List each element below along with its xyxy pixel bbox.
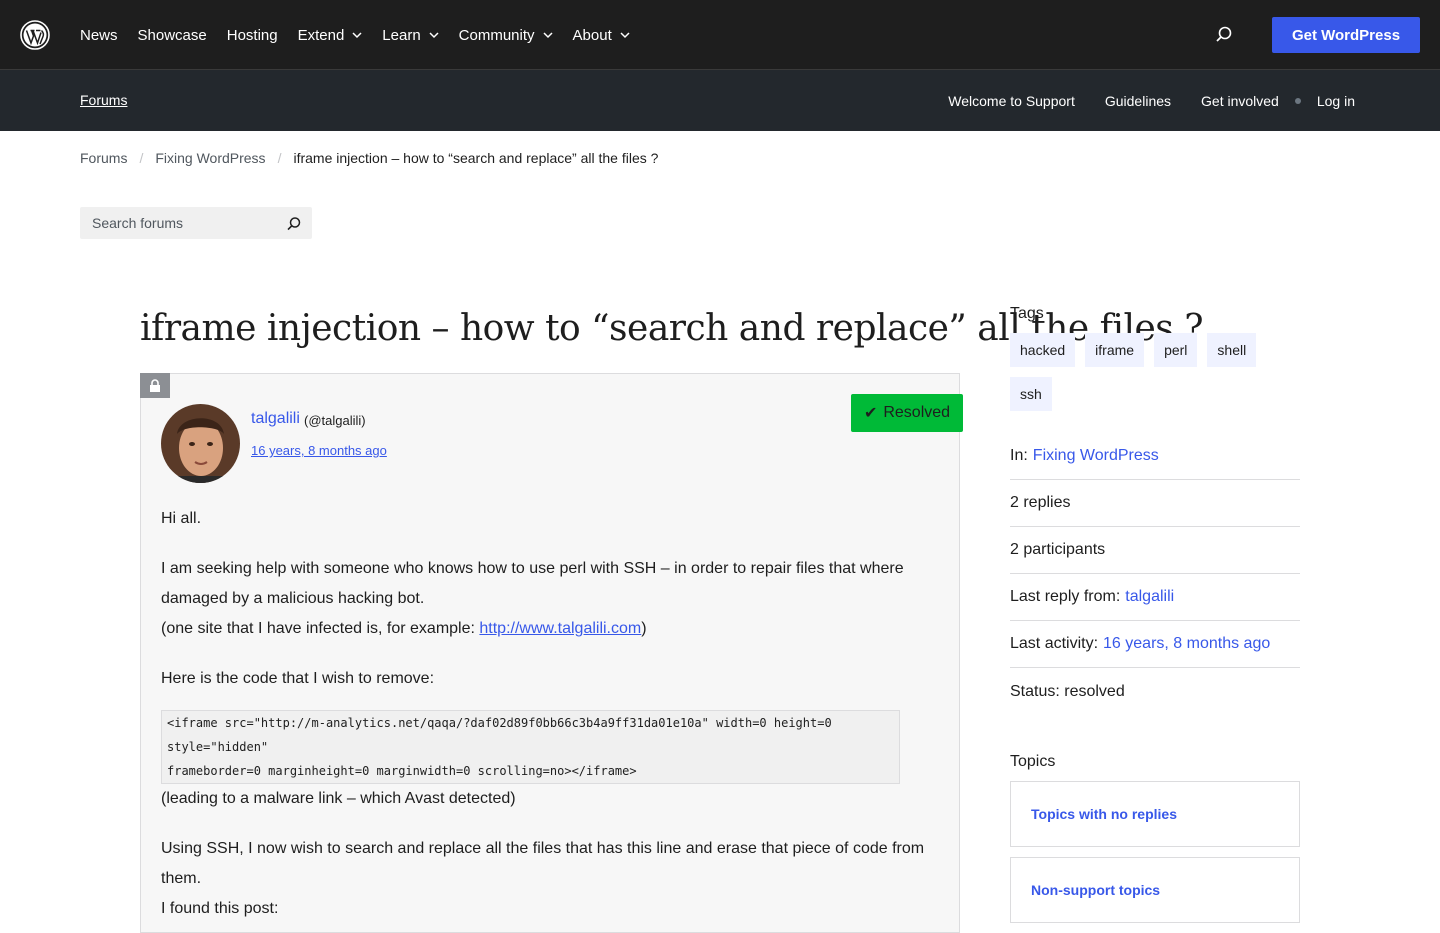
- meta-participants: 2 participants: [1010, 527, 1300, 574]
- meta-forum: In: Fixing WordPress: [1010, 433, 1300, 480]
- breadcrumb-fixing-wordpress[interactable]: Fixing WordPress: [155, 150, 265, 166]
- nav-label: Extend: [297, 26, 345, 44]
- status-badge-label: Resolved: [883, 404, 951, 421]
- nav-learn[interactable]: Learn: [382, 26, 439, 44]
- nav-label: Learn: [382, 26, 421, 44]
- meta-label: Last reply from:: [1010, 588, 1121, 605]
- chevron-down-icon: [429, 32, 439, 39]
- post-paragraph: Hi all.: [161, 510, 202, 527]
- example-site-link[interactable]: http://www.talgalili.com: [479, 620, 641, 637]
- local-nav-links: Welcome to Support Guidelines Get involv…: [918, 70, 1355, 131]
- last-activity-link[interactable]: 16 years, 8 months ago: [1103, 635, 1270, 653]
- topics-no-replies-link[interactable]: Topics with no replies: [1010, 781, 1300, 847]
- chevron-down-icon: [543, 32, 553, 39]
- separator-dot: [1294, 97, 1301, 104]
- post-paragraph: Here is the code that I wish to remove:: [161, 670, 435, 687]
- author-handle: (@talgalili): [304, 413, 366, 428]
- author-name-link[interactable]: talgalili: [251, 410, 300, 428]
- wordpress-logo-icon[interactable]: [20, 20, 50, 50]
- nav-community[interactable]: Community: [459, 27, 553, 44]
- code-line: <iframe src="http://m-analytics.net/qaqa…: [167, 716, 832, 754]
- nav-label: About: [572, 26, 612, 44]
- nav-showcase[interactable]: Showcase: [138, 27, 207, 44]
- nav-news[interactable]: News: [80, 27, 118, 44]
- non-support-topics-link[interactable]: Non-support topics: [1010, 857, 1300, 923]
- check-icon: ✔: [863, 405, 878, 422]
- post-paragraph: (leading to a malware link – which Avast…: [161, 790, 516, 807]
- paragraph-text: ): [641, 620, 647, 637]
- forums-title-link[interactable]: Forums: [80, 92, 127, 108]
- nav-label: Community: [458, 26, 535, 44]
- avatar[interactable]: [161, 404, 240, 483]
- status-badge: ✔ Resolved: [851, 394, 963, 432]
- post-date-link[interactable]: 16 years, 8 months ago: [251, 443, 387, 458]
- tag-hacked[interactable]: hacked: [1010, 333, 1076, 367]
- local-link-get-involved[interactable]: Get involved: [1201, 93, 1279, 109]
- last-reply-author-link[interactable]: talgalili: [1125, 588, 1174, 606]
- post-paragraph: I am seeking help with someone who knows…: [161, 560, 904, 607]
- breadcrumb-separator: /: [277, 150, 282, 166]
- post-paragraph: I found this post:: [161, 900, 279, 917]
- meta-last-activity: Last activity: 16 years, 8 months ago: [1010, 621, 1300, 668]
- code-block: <iframe src="http://m-analytics.net/qaqa…: [161, 710, 900, 784]
- breadcrumb-forums[interactable]: Forums: [80, 150, 127, 166]
- topics-heading: Topics: [1010, 753, 1056, 770]
- forum-link[interactable]: Fixing WordPress: [1033, 447, 1159, 465]
- search-forums-input[interactable]: [80, 207, 270, 239]
- tags-heading: Tags: [1010, 305, 1044, 322]
- nav-extend[interactable]: Extend: [298, 27, 363, 44]
- nav-about[interactable]: About: [573, 27, 630, 44]
- nav-hosting[interactable]: Hosting: [227, 27, 278, 44]
- tag-iframe[interactable]: iframe: [1085, 333, 1145, 367]
- topic-post: talgalili (@talgalili) 16 years, 8 month…: [140, 373, 963, 933]
- breadcrumb-separator: /: [139, 150, 144, 166]
- tag-shell[interactable]: shell: [1207, 333, 1257, 367]
- meta-last-reply: Last reply from: talgalili: [1010, 574, 1300, 621]
- forum-search: [80, 207, 312, 239]
- local-link-guidelines[interactable]: Guidelines: [1105, 93, 1171, 109]
- tag-ssh[interactable]: ssh: [1010, 377, 1052, 411]
- search-icon[interactable]: [286, 216, 302, 232]
- local-nav: Forums Welcome to Support Guidelines Get…: [0, 70, 1440, 131]
- nav-label: Hosting: [226, 26, 278, 44]
- meta-status: Status: resolved: [1010, 682, 1125, 700]
- chevron-down-icon: [620, 32, 630, 39]
- nav-label: Showcase: [137, 26, 207, 44]
- meta-label: Last activity:: [1010, 635, 1099, 652]
- post-paragraph: Using SSH, I now wish to search and repl…: [161, 840, 925, 887]
- paragraph-text: (one site that I have infected is, for e…: [161, 620, 480, 637]
- get-wordpress-button[interactable]: Get WordPress: [1272, 17, 1420, 53]
- nav-label: News: [80, 26, 118, 44]
- topic-meta: In: Fixing WordPress 2 replies 2 partici…: [1010, 433, 1300, 715]
- tag-list: hacked iframe perl shell ssh: [1010, 333, 1300, 421]
- local-link-welcome[interactable]: Welcome to Support: [948, 93, 1075, 109]
- chevron-down-icon: [352, 32, 362, 39]
- breadcrumb: Forums / Fixing WordPress / iframe injec…: [80, 150, 658, 166]
- post-content: Hi all. I am seeking help with someone w…: [161, 504, 941, 924]
- main-nav: News Showcase Hosting Extend Learn Commu…: [80, 0, 650, 70]
- lock-icon: [140, 373, 170, 398]
- topic-sidebar: Tags hacked iframe perl shell ssh In: Fi…: [1010, 305, 1300, 933]
- search-icon[interactable]: [1214, 25, 1234, 45]
- post-paragraph: (one site that I have infected is, for e…: [161, 614, 941, 644]
- login-link[interactable]: Log in: [1317, 93, 1355, 109]
- breadcrumb-current: iframe injection – how to “search and re…: [293, 150, 659, 166]
- global-header: News Showcase Hosting Extend Learn Commu…: [0, 0, 1440, 70]
- meta-label: In:: [1010, 447, 1028, 464]
- meta-replies: 2 replies: [1010, 480, 1300, 527]
- tag-perl[interactable]: perl: [1154, 333, 1198, 367]
- code-line: frameborder=0 marginheight=0 marginwidth…: [167, 764, 637, 778]
